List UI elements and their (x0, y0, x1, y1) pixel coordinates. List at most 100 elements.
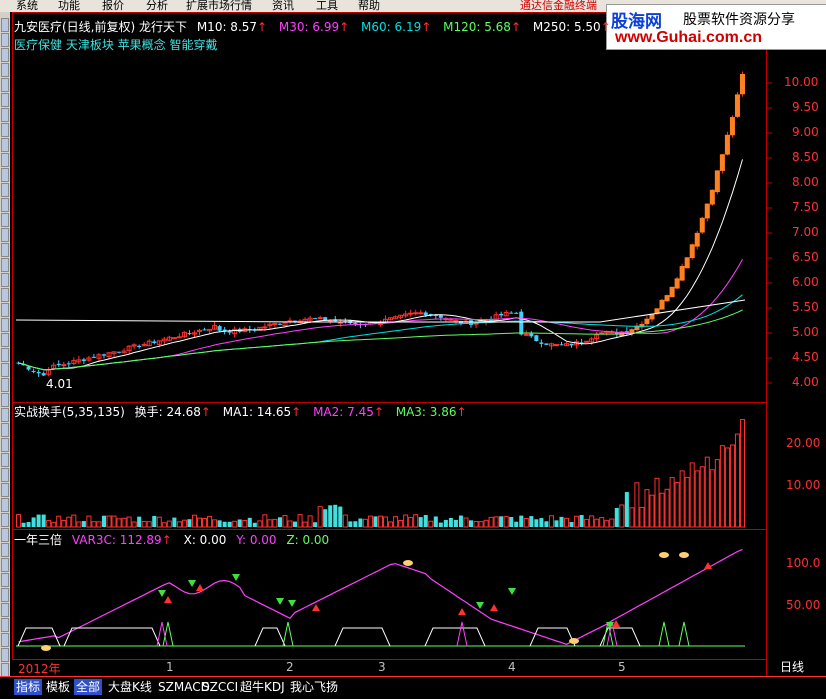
turnover-bar (267, 519, 273, 528)
turnover-bar (358, 518, 363, 527)
turnover-bar (458, 515, 463, 527)
turnover-bar (161, 522, 167, 528)
candle-body (679, 265, 685, 281)
turnover-bar (51, 521, 57, 528)
signal-trapezoid (63, 627, 161, 647)
turnover-bar (237, 519, 242, 527)
turnover-bar (559, 516, 564, 527)
logo-subtitle: 股票软件资源分享 (683, 12, 795, 28)
up-arrow-icon: ↑ (257, 20, 268, 34)
tab-super-kdj[interactable]: 超牛KDJ (238, 679, 287, 695)
turnover-bar (323, 509, 328, 527)
up-arrow-icon: ↑ (200, 405, 211, 419)
candle-body (453, 319, 459, 322)
turnover-bar (342, 514, 348, 528)
candle-body (684, 257, 690, 269)
tab-szcci[interactable]: SZCCI (200, 679, 240, 695)
candle-body (699, 217, 705, 233)
turnover-indicator-name[interactable]: 实战换手(5,35,135) (14, 405, 125, 419)
turnover-bar (328, 505, 333, 527)
up-arrow-icon (458, 608, 466, 615)
turnover-bar (282, 514, 288, 528)
up-arrow-icon: ↑ (510, 20, 522, 34)
logo-url: www.Guhai.com.cn (615, 29, 762, 46)
signal-marker-icon (659, 552, 669, 558)
candle-body (171, 337, 177, 340)
turnover-bar (463, 517, 469, 528)
turnover-bar (26, 521, 31, 527)
turnover-bar (81, 521, 86, 527)
candle-body (569, 343, 574, 346)
turnover-bar (242, 520, 248, 528)
turnover-bar (659, 492, 665, 528)
turnover-bar (689, 462, 695, 528)
signal-marker-icon (569, 638, 579, 644)
turnover-bar (509, 516, 514, 527)
turnover-bar (196, 517, 203, 528)
turnover-bar (519, 515, 524, 527)
ma-m60: M60: 6.19 (361, 20, 422, 34)
turnover-bar (71, 514, 77, 528)
turnover-bar (423, 514, 428, 527)
price-tick: 4.00 (792, 375, 819, 389)
candle-body (644, 318, 650, 325)
turnover-bar (16, 514, 22, 528)
up-arrow-icon (164, 596, 172, 603)
candle-body (664, 295, 670, 302)
turnover-header: 实战换手(5,35,135) 换手: 24.68↑ MA1: 14.65↑ MA… (14, 405, 473, 419)
candle-body (81, 359, 86, 361)
date-axis-label: 1 (166, 660, 174, 674)
candle-body (519, 311, 524, 335)
turnover-bar (46, 520, 52, 528)
turnover-bar (634, 482, 640, 528)
candle-body (468, 320, 474, 325)
candle-body (559, 344, 564, 346)
candle-body (117, 351, 122, 353)
candle-body (649, 314, 655, 320)
price-tick: 4.50 (792, 350, 819, 364)
turnover-bar (56, 515, 62, 528)
candle-body (534, 335, 539, 342)
indicator-z: Z: 0.00 (286, 533, 330, 547)
turnover-bar (408, 516, 414, 528)
price-tick: 6.00 (792, 275, 819, 289)
tab-market-kline[interactable]: 大盘K线 (106, 679, 154, 695)
stock-title[interactable]: 九安医疗(日线,前复权) 龙行天下 (14, 20, 187, 34)
candle-body (413, 312, 419, 315)
turnover-bar (499, 516, 504, 527)
price-tick: 7.00 (792, 225, 819, 239)
indicator-line (18, 548, 743, 645)
turnover-bar (649, 494, 655, 528)
turnover-bar (252, 522, 257, 527)
candle-body (739, 73, 745, 95)
turnover-ma2: MA2: 7.45 (313, 405, 374, 419)
turnover-bar (137, 516, 142, 527)
tab-all[interactable]: 全部 (74, 679, 103, 695)
turnover-bar (191, 514, 197, 528)
indicator-name[interactable]: 一年三倍 (14, 533, 62, 547)
turnover-bar (76, 521, 82, 528)
turnover-bar (554, 520, 559, 527)
turnover-bar (212, 519, 218, 528)
turnover-bar (739, 419, 745, 528)
period-selector[interactable]: 日线 (770, 660, 814, 675)
price-tick: 9.50 (792, 100, 819, 114)
turnover-bar (202, 517, 208, 528)
turnover-bar (418, 517, 423, 527)
tab-woxin-feiyang[interactable]: 我心飞扬 (288, 679, 340, 695)
signal-trapezoid (424, 627, 486, 647)
candle-body (523, 333, 529, 336)
turnover-bar (669, 477, 675, 528)
signal-trapezoid (17, 627, 61, 647)
turnover-bar (217, 520, 222, 527)
tab-template[interactable]: 模板 (44, 679, 72, 695)
turnover-bar (353, 521, 358, 527)
ma-m10: M10: 8.57 (196, 20, 258, 34)
tab-indicator[interactable]: 指标 (14, 679, 43, 695)
down-arrow-icon (476, 602, 484, 609)
turnover-bar (709, 469, 715, 528)
chart-canvas (12, 12, 772, 676)
candlestick-series (16, 71, 745, 377)
candle-body (694, 232, 700, 247)
price-tick: 10.00 (784, 75, 819, 89)
